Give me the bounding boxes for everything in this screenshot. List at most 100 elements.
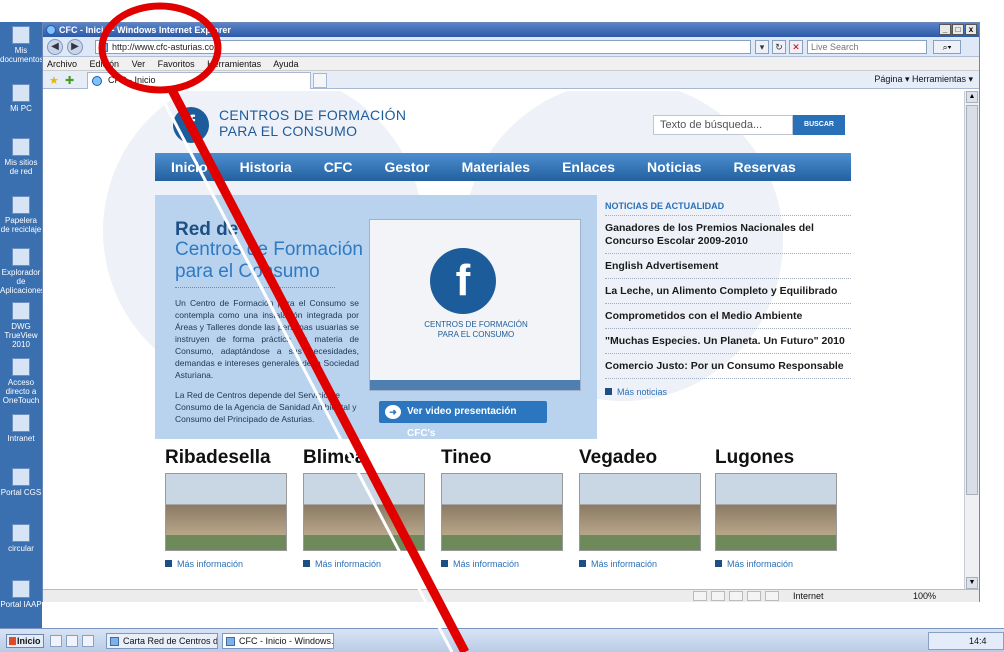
site-brand[interactable]: CENTROS DE FORMACIÓN PARA EL CONSUMO bbox=[219, 107, 406, 139]
nav-enlaces[interactable]: Enlaces bbox=[546, 159, 631, 175]
menu-edicion[interactable]: Edición bbox=[90, 59, 120, 69]
city-more-link[interactable]: Más información bbox=[715, 559, 845, 569]
favorites-star-icon[interactable]: ★ bbox=[49, 74, 59, 87]
scroll-thumb[interactable] bbox=[966, 105, 978, 495]
scroll-down-button[interactable]: ▼ bbox=[966, 577, 978, 589]
city-more-link[interactable]: Más información bbox=[441, 559, 571, 569]
bullet-icon bbox=[605, 388, 612, 395]
search-go-button[interactable]: ⌕▾ bbox=[933, 40, 961, 54]
menu-ayuda[interactable]: Ayuda bbox=[273, 59, 298, 69]
city-name[interactable]: Vegadeo bbox=[579, 447, 709, 469]
nav-inicio[interactable]: Inicio bbox=[155, 159, 224, 175]
address-bar[interactable]: http://www.cfc-asturias.co bbox=[95, 40, 751, 54]
nav-gestor[interactable]: Gestor bbox=[368, 159, 445, 175]
news-item[interactable]: La Leche, un Alimento Completo y Equilib… bbox=[605, 279, 851, 304]
video-player[interactable]: f CENTROS DE FORMACIÓN PARA EL CONSUMO bbox=[369, 219, 581, 391]
bullet-icon bbox=[165, 560, 172, 567]
desktop-icon-dwg[interactable]: DWG TrueView 2010 bbox=[0, 302, 42, 349]
desktop-icon-iaap[interactable]: Portal IAAP bbox=[0, 580, 42, 609]
minimize-button[interactable]: _ bbox=[939, 24, 951, 35]
brand-line1: CENTROS DE FORMACIÓN bbox=[219, 107, 407, 123]
city-more-link[interactable]: Más información bbox=[165, 559, 295, 569]
live-search-input[interactable]: Live Search bbox=[807, 40, 927, 54]
city-name[interactable]: Ribadesella bbox=[165, 447, 295, 469]
quicklaunch-icon[interactable] bbox=[50, 635, 62, 647]
cgs-icon bbox=[12, 468, 30, 486]
maximize-button[interactable]: □ bbox=[952, 24, 964, 35]
city-name[interactable]: Blimea bbox=[303, 447, 433, 469]
city-card-blimea: Blimea Más información bbox=[303, 447, 433, 569]
address-dropdown-button[interactable]: ▾ bbox=[755, 40, 769, 54]
quicklaunch-icon[interactable] bbox=[66, 635, 78, 647]
cfc-logo-icon[interactable]: f bbox=[173, 107, 209, 143]
menu-ver[interactable]: Ver bbox=[132, 59, 146, 69]
city-more-link[interactable]: Más información bbox=[303, 559, 433, 569]
ie-icon bbox=[46, 25, 56, 35]
desktop-icon-circular[interactable]: circular bbox=[0, 524, 42, 553]
video-progress-bar[interactable] bbox=[370, 380, 580, 390]
menu-archivo[interactable]: Archivo bbox=[47, 59, 77, 69]
city-photo[interactable] bbox=[165, 473, 287, 551]
nav-cfc[interactable]: CFC bbox=[308, 159, 369, 175]
menu-herramientas[interactable]: Herramientas bbox=[207, 59, 261, 69]
close-button[interactable]: x bbox=[965, 24, 977, 35]
back-button[interactable]: ◀ bbox=[47, 39, 63, 55]
news-item[interactable]: Comprometidos con el Medio Ambiente bbox=[605, 304, 851, 329]
task-word-document[interactable]: Carta Red de Centros de... bbox=[106, 633, 218, 649]
desktop-icon-cgs[interactable]: Portal CGS bbox=[0, 468, 42, 497]
news-item[interactable]: Ganadores de los Premios Nacionales del … bbox=[605, 216, 851, 254]
menu-favoritos[interactable]: Favoritos bbox=[158, 59, 195, 69]
site-search-button[interactable]: BUSCAR bbox=[793, 115, 845, 135]
new-tab-button[interactable] bbox=[313, 73, 327, 88]
city-photo[interactable] bbox=[303, 473, 425, 551]
address-url: http://www.cfc-asturias.co bbox=[112, 42, 215, 52]
city-name[interactable]: Tineo bbox=[441, 447, 571, 469]
status-segment bbox=[729, 591, 743, 601]
video-presentation-button[interactable]: ➜ Ver video presentación CFC's bbox=[379, 401, 547, 439]
vertical-scrollbar[interactable]: ▲ ▼ bbox=[964, 91, 979, 589]
nav-reservas[interactable]: Reservas bbox=[717, 159, 811, 175]
nav-noticias[interactable]: Noticias bbox=[631, 159, 717, 175]
quicklaunch-icon[interactable] bbox=[82, 635, 94, 647]
desktop-icon-mypc[interactable]: Mi PC bbox=[0, 84, 42, 113]
more-news-link[interactable]: Más noticias bbox=[605, 387, 851, 397]
refresh-button[interactable]: ↻ bbox=[772, 40, 786, 54]
city-photo[interactable] bbox=[579, 473, 701, 551]
ie-icon bbox=[226, 637, 235, 646]
computer-icon bbox=[12, 84, 30, 102]
city-name[interactable]: Lugones bbox=[715, 447, 845, 469]
news-item[interactable]: Comercio Justo: Por un Consumo Responsab… bbox=[605, 354, 851, 379]
news-item[interactable]: "Muchas Especies. Un Planeta. Un Futuro"… bbox=[605, 329, 851, 354]
word-icon bbox=[110, 637, 119, 646]
hero-divider bbox=[175, 287, 335, 288]
stop-button[interactable]: ✕ bbox=[789, 40, 803, 54]
security-zone[interactable]: Internet bbox=[793, 590, 824, 602]
scroll-up-button[interactable]: ▲ bbox=[966, 91, 978, 103]
nav-materiales[interactable]: Materiales bbox=[446, 159, 546, 175]
forward-button[interactable]: ▶ bbox=[67, 39, 83, 55]
title-bar[interactable]: CFC - Inicio - Windows Internet Explorer… bbox=[43, 23, 979, 37]
desktop-icon-documents[interactable]: Mis documentos bbox=[0, 26, 44, 64]
nav-historia[interactable]: Historia bbox=[224, 159, 308, 175]
city-photo[interactable] bbox=[715, 473, 837, 551]
hero-subtitle: Centros de Formación para el Consumo bbox=[175, 239, 363, 282]
start-button[interactable]: Inicio bbox=[6, 634, 44, 648]
news-item[interactable]: English Advertisement bbox=[605, 254, 851, 279]
desktop-icon-intranet[interactable]: Intranet bbox=[0, 414, 42, 443]
brand-line2: PARA EL CONSUMO bbox=[219, 123, 358, 139]
task-ie-cfc[interactable]: CFC - Inicio - Windows... bbox=[222, 633, 334, 649]
tab-cfc-inicio[interactable]: CFC - Inicio bbox=[87, 72, 311, 89]
city-card-ribadesella: Ribadesella Más información bbox=[165, 447, 295, 569]
desktop-icon-recycle[interactable]: Papelera de reciclaje bbox=[0, 196, 42, 234]
desktop-icon-onetouch[interactable]: Acceso directo a OneTouch bbox=[0, 358, 42, 405]
status-segment bbox=[711, 591, 725, 601]
address-tools: ▾ ↻ ✕ bbox=[755, 40, 803, 54]
add-favorite-icon[interactable]: ✚ bbox=[65, 74, 74, 87]
site-search-input[interactable]: Texto de búsqueda... bbox=[653, 115, 793, 135]
zoom-level[interactable]: 100% bbox=[913, 590, 936, 602]
city-more-link[interactable]: Más información bbox=[579, 559, 709, 569]
desktop-icon-explorer[interactable]: Explorador de Aplicaciones bbox=[0, 248, 45, 295]
command-bar[interactable]: Página ▾ Herramientas ▾ bbox=[874, 74, 973, 85]
desktop-icon-network[interactable]: Mis sitios de red bbox=[0, 138, 42, 176]
city-photo[interactable] bbox=[441, 473, 563, 551]
